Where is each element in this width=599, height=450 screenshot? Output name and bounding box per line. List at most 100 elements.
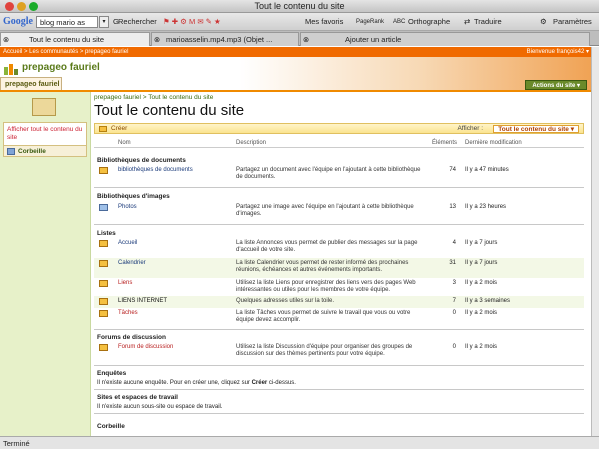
translate-icon[interactable]: ⇄ bbox=[464, 13, 470, 31]
close-window-icon[interactable] bbox=[5, 2, 14, 11]
section-divider bbox=[94, 413, 584, 414]
google-search-input[interactable]: blog mario as bbox=[36, 16, 98, 28]
window-title: Tout le contenu du site bbox=[254, 1, 345, 11]
row-description: La liste Tâches vous permet de suivre le… bbox=[236, 310, 411, 323]
settings-icon[interactable]: ⚙ bbox=[540, 13, 547, 31]
table-row[interactable]: bibliothèques de documents Partagez un d… bbox=[94, 165, 584, 185]
row-description: Utilisez la liste Discussion d'équipe po… bbox=[236, 344, 413, 357]
google-logo: Google bbox=[3, 16, 33, 27]
calendar-icon bbox=[99, 260, 108, 267]
picture-library-icon bbox=[99, 204, 108, 211]
recycle-bin-icon bbox=[7, 148, 15, 155]
site-tab[interactable]: prepageo fauriel bbox=[0, 77, 62, 90]
row-name-link[interactable]: LIENS INTERNET bbox=[118, 298, 167, 305]
recycle-bin-label: Corbeille bbox=[18, 148, 46, 155]
recycle-bin-link[interactable]: Corbeille bbox=[3, 145, 87, 157]
section-title: Bibliothèques de documents bbox=[97, 157, 186, 164]
table-row[interactable]: Photos Partagez une image avec l'équipe … bbox=[94, 202, 584, 222]
row-description: Partagez un document avec l'équipe en l'… bbox=[236, 167, 421, 180]
tab-label: marioasselin.mp4.mp3 (Objet ... bbox=[166, 35, 273, 44]
section-title: Sites et espaces de travail bbox=[97, 394, 178, 401]
spellcheck-icon[interactable]: ABC bbox=[393, 13, 405, 31]
vertical-scrollbar[interactable] bbox=[591, 47, 599, 436]
translate-button[interactable]: Traduire bbox=[474, 13, 502, 31]
table-row[interactable]: Liens Utilisez la liste Liens pour enreg… bbox=[94, 278, 584, 296]
tab-content[interactable]: ⊗ Tout le contenu du site bbox=[0, 32, 150, 46]
row-count: 3 bbox=[452, 280, 456, 286]
page-breadcrumb[interactable]: prepageo fauriel > Tout le contenu du si… bbox=[94, 94, 213, 101]
list-toolbar: Créer Afficher : Tout le contenu du site… bbox=[94, 123, 584, 134]
table-row[interactable]: Calendrier La liste Calendrier vous perm… bbox=[94, 258, 584, 278]
row-name-link[interactable]: Liens bbox=[118, 280, 132, 287]
row-modified: Il y a 7 jours bbox=[465, 260, 498, 266]
create-icon bbox=[99, 126, 107, 132]
row-name-link[interactable]: Forum de discussion bbox=[118, 344, 173, 351]
page-title: Tout le contenu du site bbox=[94, 102, 245, 119]
search-history-dropdown[interactable]: ▾ bbox=[99, 16, 109, 28]
create-button[interactable]: Créer bbox=[99, 124, 127, 134]
tab-add-article[interactable]: ⊗ Ajouter un article bbox=[300, 32, 590, 46]
zoom-window-icon[interactable] bbox=[29, 2, 38, 11]
row-name-link[interactable]: Tâches bbox=[118, 310, 138, 317]
favorites-button[interactable]: Mes favoris bbox=[305, 13, 343, 31]
row-name-link[interactable]: Accueil bbox=[118, 240, 137, 247]
global-breadcrumb[interactable]: Accueil > Les communautés > prepageo fau… bbox=[3, 49, 128, 55]
section-title: Listes bbox=[97, 230, 116, 237]
search-button[interactable]: Rechercher bbox=[118, 13, 157, 31]
row-count: 13 bbox=[449, 204, 456, 210]
tasks-icon bbox=[99, 310, 108, 317]
row-count: 4 bbox=[452, 240, 456, 246]
row-name-link[interactable]: Calendrier bbox=[118, 260, 146, 267]
row-modified: Il y a 23 heures bbox=[465, 204, 507, 210]
row-name-link[interactable]: bibliothèques de documents bbox=[118, 167, 193, 174]
section-divider bbox=[94, 389, 584, 390]
discussion-icon bbox=[99, 344, 108, 351]
links-icon bbox=[99, 298, 108, 305]
document-library-icon bbox=[99, 167, 108, 174]
table-header: Nom Description Éléments Dernière modifi… bbox=[94, 138, 584, 148]
tab-label: Ajouter un article bbox=[345, 35, 402, 44]
row-description: La liste Calendrier vous permet de reste… bbox=[236, 260, 409, 273]
column-modified: Dernière modification bbox=[465, 140, 522, 146]
section-divider bbox=[94, 365, 584, 366]
view-all-content-link[interactable]: Afficher tout le contenu du site bbox=[3, 122, 87, 146]
tab-bar: ⊗ Tout le contenu du site ⊗ marioasselin… bbox=[0, 31, 599, 46]
site-actions-button[interactable]: Actions du site ▾ bbox=[525, 80, 587, 90]
minimize-window-icon[interactable] bbox=[17, 2, 26, 11]
close-tab-icon[interactable]: ⊗ bbox=[301, 33, 311, 46]
table-row[interactable]: Accueil La liste Annonces vous permet de… bbox=[94, 238, 584, 258]
close-tab-icon[interactable]: ⊗ bbox=[1, 33, 11, 46]
global-breadcrumb-bar: Accueil > Les communautés > prepageo fau… bbox=[0, 47, 599, 57]
row-modified: Il y a 7 jours bbox=[465, 240, 498, 246]
tab-label: Tout le contenu du site bbox=[29, 35, 105, 44]
site-logo-icon bbox=[4, 63, 18, 75]
left-navigation: Afficher tout le contenu du site Corbeil… bbox=[0, 92, 91, 436]
announcements-icon bbox=[99, 240, 108, 247]
site-name[interactable]: prepageo fauriel bbox=[22, 62, 100, 73]
table-row[interactable]: Forum de discussion Utilisez la liste Di… bbox=[94, 342, 584, 362]
toolbar-buttons[interactable]: ⚑ ✚ ⚙ M ✉ ✎ ★ bbox=[163, 13, 221, 31]
column-items: Éléments bbox=[432, 140, 458, 146]
main-content: prepageo fauriel > Tout le contenu du si… bbox=[92, 92, 599, 436]
close-tab-icon[interactable]: ⊗ bbox=[152, 33, 162, 46]
row-modified: Il y a 2 mois bbox=[465, 310, 498, 316]
table-row[interactable]: Tâches La liste Tâches vous permet de su… bbox=[94, 308, 584, 328]
table-row[interactable]: LIENS INTERNET Quelques adresses utiles … bbox=[94, 296, 584, 308]
section-divider bbox=[94, 329, 584, 330]
welcome-menu[interactable]: Bienvenue françois42 ▾ bbox=[527, 47, 589, 57]
window-titlebar: Tout le contenu du site bbox=[0, 0, 599, 13]
row-modified: Il y a 2 mois bbox=[465, 280, 498, 286]
row-modified: Il y a 47 minutes bbox=[465, 167, 509, 173]
settings-button[interactable]: Paramètres bbox=[553, 13, 592, 31]
section-title: Bibliothèques d'images bbox=[97, 193, 170, 200]
section-divider bbox=[94, 187, 584, 188]
empty-surveys-note: Il n'existe aucune enquête. Pour en crée… bbox=[97, 380, 296, 386]
create-label: Créer bbox=[111, 125, 128, 132]
spellcheck-button[interactable]: Orthographe bbox=[408, 13, 450, 31]
note-create-link[interactable]: Créer bbox=[252, 380, 268, 386]
view-selector[interactable]: Tout le contenu du site ▾ bbox=[493, 125, 579, 133]
row-name-link[interactable]: Photos bbox=[118, 204, 137, 211]
row-count: 7 bbox=[452, 298, 456, 304]
tab-media[interactable]: ⊗ marioasselin.mp4.mp3 (Objet ... bbox=[151, 32, 299, 46]
row-count: 74 bbox=[449, 167, 456, 173]
